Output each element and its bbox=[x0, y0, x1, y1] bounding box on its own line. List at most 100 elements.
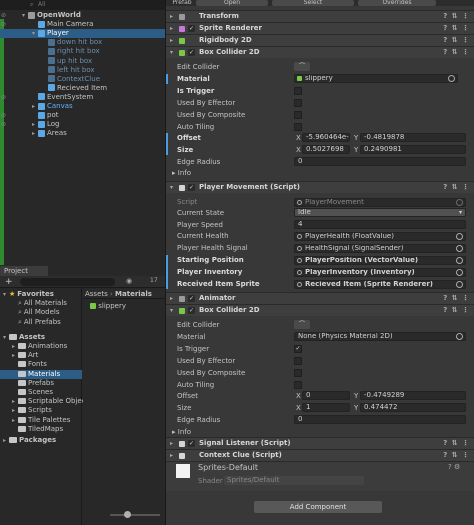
component-box-collider-2d[interactable]: ▾ ✓ Box Collider 2D ? ⇅ ⋮ bbox=[166, 46, 474, 58]
size-y-field[interactable]: 0.2490981 bbox=[360, 145, 466, 154]
used-by-effector-checkbox[interactable] bbox=[294, 99, 302, 107]
collapse-arrow-icon[interactable]: ▸ bbox=[170, 438, 173, 449]
offset-y-field[interactable]: -0.4749289 bbox=[360, 391, 466, 400]
visibility-icon[interactable]: ⊘ bbox=[1, 20, 6, 29]
used-by-composite-checkbox[interactable] bbox=[294, 369, 302, 377]
component-menu-icon[interactable]: ? ⇅ ⋮ bbox=[443, 11, 470, 22]
folder-item[interactable]: ▾ Assets bbox=[0, 333, 45, 342]
received-item-sprite-field[interactable]: Recieved Item (Sprite Renderer) bbox=[294, 280, 466, 289]
is-trigger-checkbox[interactable]: ✓ bbox=[294, 345, 302, 353]
hierarchy-search[interactable]: ⌕ All bbox=[0, 0, 165, 10]
folder-item[interactable]: ▸ Animations bbox=[0, 342, 67, 351]
player-speed-field[interactable]: 4 bbox=[294, 220, 466, 229]
eye-icon[interactable]: ◉ bbox=[126, 277, 132, 285]
project-search-field[interactable] bbox=[20, 278, 115, 286]
used-by-composite-checkbox[interactable] bbox=[294, 111, 302, 119]
auto-tiling-checkbox[interactable] bbox=[294, 123, 302, 131]
hierarchy-item[interactable]: ▾ Player bbox=[0, 29, 165, 39]
folder-item[interactable]: Prefabs bbox=[0, 379, 54, 388]
component-signal-listener[interactable]: ▸ ✓ Signal Listener (Script) ? ⇅ ⋮ bbox=[166, 437, 474, 449]
shader-dropdown[interactable]: Sprites/Default bbox=[224, 476, 364, 485]
edit-collider-button[interactable]: ⌒ bbox=[294, 62, 310, 71]
enabled-checkbox[interactable]: ✓ bbox=[188, 307, 195, 314]
edit-collider-button[interactable]: ⌒ bbox=[294, 320, 310, 329]
asset-item-slippery[interactable]: slippery bbox=[90, 301, 126, 311]
offset-x-field[interactable]: -5.960464e-0 bbox=[302, 133, 350, 142]
collapse-arrow-icon[interactable]: ▸ bbox=[170, 450, 173, 461]
folder-item[interactable]: ⌕ All Prefabs bbox=[0, 318, 61, 327]
component-menu-icon[interactable]: ? ⇅ ⋮ bbox=[443, 293, 470, 304]
size-x-field[interactable]: 0.5027698 bbox=[302, 145, 350, 154]
component-transform[interactable]: ▸ Transform ? ⇅ ⋮ bbox=[166, 10, 474, 22]
collapse-arrow-icon[interactable]: ▸ bbox=[170, 293, 173, 304]
component-menu-icon[interactable]: ? ⇅ ⋮ bbox=[443, 23, 470, 34]
offset-x-field[interactable]: 0 bbox=[302, 391, 350, 400]
folder-item[interactable]: Materials bbox=[0, 369, 82, 379]
object-picker-icon[interactable] bbox=[448, 75, 455, 82]
hierarchy-item[interactable]: ⊘ ▸ Log bbox=[0, 120, 165, 129]
hierarchy-item[interactable]: left hit box bbox=[0, 66, 165, 75]
visibility-icon[interactable]: ⊘ bbox=[1, 111, 6, 120]
folder-item[interactable]: ▸ Art bbox=[0, 351, 38, 360]
info-foldout[interactable]: ▸ Info bbox=[172, 427, 191, 437]
folder-item[interactable]: ▸ Packages bbox=[0, 436, 56, 445]
enabled-checkbox[interactable]: ✓ bbox=[188, 295, 195, 302]
collapse-arrow-icon[interactable]: ▾ bbox=[170, 47, 173, 58]
breadcrumb-materials[interactable]: Materials bbox=[115, 290, 152, 298]
component-player-movement[interactable]: ▾ ✓ Player Movement (Script) ? ⇅ ⋮ bbox=[166, 181, 474, 193]
player-inventory-field[interactable]: PlayerInventory (Inventory) bbox=[294, 268, 466, 277]
is-trigger-checkbox[interactable] bbox=[294, 87, 302, 95]
hierarchy-item[interactable]: down hit box bbox=[0, 38, 165, 47]
edge-radius-field[interactable]: 0 bbox=[294, 157, 466, 166]
visibility-icon[interactable]: ⊘ bbox=[1, 120, 6, 129]
component-menu-icon[interactable]: ? ⇅ ⋮ bbox=[443, 182, 470, 193]
offset-y-field[interactable]: -0.4819878 bbox=[360, 133, 466, 142]
add-component-button[interactable]: Add Component bbox=[254, 501, 382, 513]
folder-item[interactable]: Fonts bbox=[0, 360, 47, 369]
hierarchy-item[interactable]: ContextClue bbox=[0, 75, 165, 84]
player-health-signal-field[interactable]: HealthSignal (SignalSender) bbox=[294, 244, 466, 253]
material-field[interactable]: slippery bbox=[294, 74, 458, 83]
enabled-checkbox[interactable]: ✓ bbox=[188, 49, 195, 56]
folder-item[interactable]: ▸ Scriptable Objec bbox=[0, 397, 86, 406]
object-picker-icon[interactable] bbox=[456, 333, 463, 340]
folder-item[interactable]: TiledMaps bbox=[0, 425, 63, 434]
collapse-arrow-icon[interactable]: ▾ bbox=[170, 182, 173, 193]
hierarchy-item[interactable]: Recieved Item bbox=[0, 84, 165, 93]
enabled-checkbox[interactable]: ✓ bbox=[188, 25, 195, 32]
folder-item[interactable]: ▸ Tile Palettes bbox=[0, 416, 70, 425]
object-picker-icon[interactable] bbox=[456, 269, 463, 276]
component-menu-icon[interactable]: ? ⇅ ⋮ bbox=[443, 47, 470, 58]
folder-item[interactable]: ▾ ★ Favorites bbox=[0, 290, 54, 299]
current-health-field[interactable]: PlayerHealth (FloatValue) bbox=[294, 232, 466, 241]
starting-position-field[interactable]: PlayerPosition (VectorValue) bbox=[294, 256, 466, 265]
auto-tiling-checkbox[interactable] bbox=[294, 381, 302, 389]
tab-project[interactable]: Project bbox=[0, 266, 48, 276]
add-asset-button[interactable]: + bbox=[5, 277, 13, 287]
component-box-collider-2d-second[interactable]: ▾ ✓ Box Collider 2D ? ⇅ ⋮ bbox=[166, 304, 474, 316]
material-settings-icon[interactable]: ? ⚙ bbox=[448, 463, 460, 471]
collapse-arrow-icon[interactable]: ▸ bbox=[170, 35, 173, 46]
component-context-clue[interactable]: ▸ Context Clue (Script) ? ⇅ ⋮ bbox=[166, 449, 474, 461]
select-prefab-button[interactable]: Select bbox=[272, 0, 354, 6]
object-picker-icon[interactable] bbox=[456, 257, 463, 264]
hierarchy-item[interactable]: ⊘ Main Camera bbox=[0, 20, 165, 29]
hierarchy-item[interactable]: ⊘ pot bbox=[0, 111, 165, 120]
size-y-field[interactable]: 0.474472 bbox=[360, 403, 466, 412]
component-menu-icon[interactable]: ? ⇅ ⋮ bbox=[443, 305, 470, 316]
component-rigidbody-2d[interactable]: ▸ Rigidbody 2D ? ⇅ ⋮ bbox=[166, 34, 474, 46]
breadcrumb-assets[interactable]: Assets bbox=[85, 290, 108, 298]
component-sprite-renderer[interactable]: ▸ ✓ Sprite Renderer ? ⇅ ⋮ bbox=[166, 22, 474, 34]
edge-radius-field[interactable]: 0 bbox=[294, 415, 466, 424]
hierarchy-item[interactable]: ⊘ EventSystem bbox=[0, 93, 165, 102]
folder-item[interactable]: ⌕ All Materials bbox=[0, 299, 67, 308]
folder-item[interactable]: ▸ Scripts bbox=[0, 406, 52, 415]
zoom-slider-handle[interactable] bbox=[124, 511, 131, 518]
object-picker-icon[interactable] bbox=[456, 233, 463, 240]
component-menu-icon[interactable]: ? ⇅ ⋮ bbox=[443, 35, 470, 46]
visibility-icon[interactable]: ⊘ bbox=[1, 11, 6, 20]
size-x-field[interactable]: 1 bbox=[302, 403, 350, 412]
folder-item[interactable]: Scenes bbox=[0, 388, 53, 397]
hierarchy-item[interactable]: ▸ Canvas bbox=[0, 102, 165, 111]
hierarchy-item[interactable]: up hit box bbox=[0, 57, 165, 66]
